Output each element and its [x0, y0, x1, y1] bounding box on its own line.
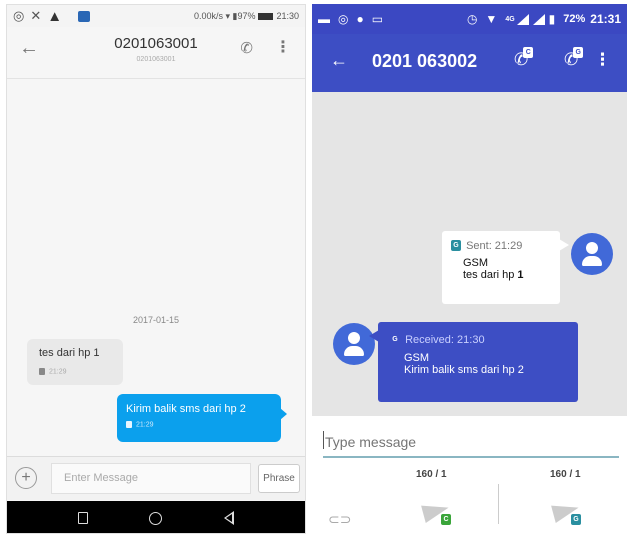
divider — [498, 484, 499, 524]
compose-area: 160 / 1 160 / 1 ⊂⊃ C G — [312, 416, 627, 536]
date-separator: 2017-01-15 — [132, 315, 180, 325]
received-message-bubble[interactable]: G Received: 21:30 GSM Kirim balik sms da… — [369, 322, 578, 402]
text-caret — [323, 431, 324, 449]
phone-icon[interactable]: ✆ — [240, 39, 253, 57]
message-meta: 21:29 — [39, 368, 123, 375]
battery-icon — [258, 12, 274, 20]
sim-badge: G — [571, 514, 581, 525]
message-status: Received: 21:30 — [405, 334, 485, 346]
navigation-bar — [7, 501, 305, 533]
message-line-2: tes dari hp 1 — [463, 269, 560, 281]
send-sim2-button[interactable]: G — [551, 498, 583, 526]
message-text: Kirim balik sms dari hp 2 — [126, 403, 246, 415]
battery-percent: 72% — [563, 13, 586, 25]
sim-badge: C — [523, 47, 534, 58]
home-button[interactable] — [149, 511, 163, 525]
message-meta: 21:29 — [126, 421, 281, 428]
contact-subtitle: 0201063001 — [136, 56, 176, 63]
conversation-header: ← 0201 063002 ✆C ✆G ⋮ — [312, 34, 627, 92]
add-attachment-button[interactable]: + — [15, 467, 37, 489]
whatsapp-icon: ◎ — [338, 12, 349, 26]
message-line-2-text: tes dari hp — [463, 269, 518, 281]
wifi-icon: ▾ ▮ — [222, 10, 238, 21]
message-line-2-bold: 1 — [517, 269, 524, 281]
warning-icon: ▲ — [47, 7, 63, 25]
incoming-message-bubble[interactable]: tes dari hp 1 21:29 — [27, 339, 123, 385]
recents-button[interactable] — [77, 512, 88, 524]
phrase-button[interactable]: Phrase — [258, 464, 300, 493]
message-line-1: GSM — [404, 352, 430, 364]
send-sim1-button[interactable]: C — [421, 498, 453, 526]
status-time: 21:30 — [276, 11, 299, 21]
conversation-header: ← 0201063001 0201063001 ✆ ⋮ — [7, 27, 305, 79]
whatsapp-icon: ◎ — [13, 8, 25, 23]
person-icon — [571, 233, 613, 275]
call-sim2-button[interactable]: ✆G — [564, 47, 584, 70]
battery-icon: ▮ — [548, 12, 556, 26]
signal-icon — [516, 13, 529, 25]
message-status: Sent: 21:29 — [466, 240, 523, 252]
network-speed: 0.00k/s — [193, 11, 223, 21]
app-notification-icon — [78, 10, 91, 22]
signal-icon-2 — [532, 13, 545, 25]
more-vert-icon[interactable]: ⋮ — [594, 50, 611, 70]
message-line-1: GSM — [463, 257, 489, 269]
attach-icon[interactable]: ⊂⊃ — [328, 511, 351, 528]
missed-call-icon: ✕ — [30, 8, 42, 23]
message-time: 21:29 — [49, 368, 67, 376]
right-status-bar: ▬ ◎ ● ▭ ◷ ▼ 4G ▮ 72% 21:31 — [312, 4, 627, 34]
sim-icon — [126, 421, 132, 428]
left-phone-screen: ◎ ✕ ▲ 0.00k/s ▾ ▮ 97% 21:30 ← 0201063001… — [6, 4, 306, 534]
network-type: 4G — [505, 15, 515, 23]
sent-message-bubble[interactable]: G Sent: 21:29 GSM tes dari hp 1 — [442, 231, 569, 304]
outgoing-message-bubble[interactable]: Kirim balik sms dari hp 2 21:29 — [117, 394, 287, 442]
right-phone-screen: ▬ ◎ ● ▭ ◷ ▼ 4G ▮ 72% 21:31 ← 0201 063002… — [312, 4, 627, 536]
compose-bar: + Enter Message Phrase — [7, 456, 305, 500]
contact-number: 0201 063002 — [372, 51, 478, 71]
message-text: tes dari hp 1 — [39, 347, 100, 359]
call-sim1-button[interactable]: ✆C — [514, 47, 534, 70]
contact-number: 0201063001 — [114, 35, 198, 52]
battery-percent: 97% — [237, 11, 256, 21]
alarm-icon: ◷ — [466, 12, 478, 26]
sim-badge: G — [573, 47, 584, 58]
sim-badge: C — [441, 514, 451, 525]
sim-icon — [39, 368, 45, 375]
back-arrow-icon[interactable]: ← — [330, 50, 348, 71]
message-meta: G Received: 21:30 — [390, 334, 578, 346]
sim-badge: G — [451, 240, 461, 251]
sim-badge: G — [390, 334, 400, 345]
chat-icon: ▬ — [318, 12, 330, 26]
wifi-icon: ▼ — [485, 12, 498, 26]
message-time: 21:29 — [136, 421, 154, 429]
sim1-char-count: 160 / 1 — [416, 469, 447, 480]
back-button[interactable] — [224, 511, 235, 525]
messenger-icon: ● — [356, 12, 364, 26]
message-input[interactable]: Enter Message — [51, 463, 251, 494]
status-time: 21:31 — [590, 12, 621, 26]
message-line-2: Kirim balik sms dari hp 2 — [404, 364, 524, 376]
left-status-bar: ◎ ✕ ▲ 0.00k/s ▾ ▮ 97% 21:30 — [7, 5, 305, 27]
message-input[interactable] — [323, 427, 619, 458]
message-meta: G Sent: 21:29 — [451, 240, 560, 252]
sim2-char-count: 160 / 1 — [550, 469, 581, 480]
more-vert-icon[interactable]: ⋮ — [275, 37, 291, 57]
gallery-icon: ▭ — [371, 12, 384, 26]
